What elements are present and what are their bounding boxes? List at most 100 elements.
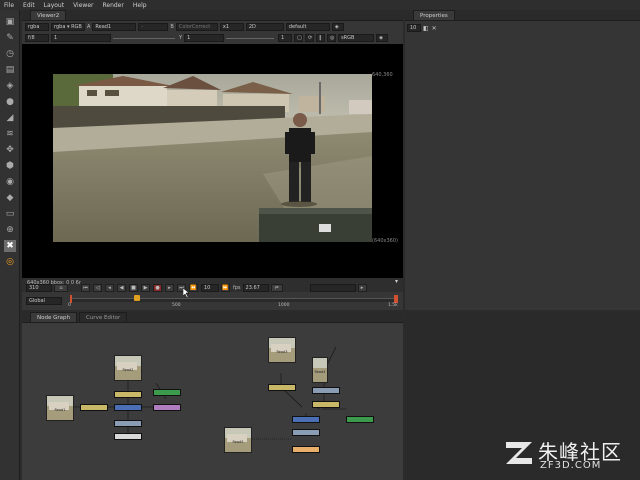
exposure-slider[interactable] (113, 37, 175, 39)
play-backward-icon[interactable]: ◀ (117, 284, 126, 292)
cube-icon[interactable]: ◈ (4, 80, 16, 92)
merge-node-c[interactable] (292, 416, 320, 423)
watermark-logo-icon (506, 442, 532, 464)
tab-viewer[interactable]: Viewer2 (30, 10, 67, 20)
zoom-select[interactable]: x1 (219, 23, 244, 31)
menu-viewer[interactable]: Viewer (73, 2, 93, 9)
fstop-field[interactable]: f/8 (25, 34, 49, 42)
move-icon[interactable]: ✥ (4, 144, 16, 156)
layers-icon[interactable]: ≋ (4, 128, 16, 140)
lut-select[interactable]: default (285, 23, 330, 31)
pause-icon[interactable]: ‖ (316, 34, 326, 42)
display-settings-icon[interactable]: ◈ (376, 34, 389, 42)
stop-icon[interactable]: ■ (129, 284, 138, 292)
menu-layout[interactable]: Layout (44, 2, 64, 9)
menu-render[interactable]: Render (102, 2, 123, 9)
channels-select[interactable]: rgba (25, 23, 49, 31)
tab-properties[interactable]: Properties (413, 10, 455, 20)
roi-icon[interactable]: ▢ (294, 34, 304, 42)
viewer-node-e[interactable] (292, 446, 320, 453)
logo-icon[interactable]: ◎ (4, 256, 16, 268)
range-mode-select[interactable]: Global (26, 297, 62, 305)
read-node-c[interactable]: Read3 (268, 337, 296, 363)
record-icon[interactable]: ● (153, 284, 162, 292)
timeline-out-marker[interactable] (394, 295, 398, 303)
play-forward-icon[interactable]: ▶ (141, 284, 150, 292)
frame-icon[interactable]: ▣ (4, 16, 16, 28)
max-panels-field[interactable]: 10 (407, 24, 421, 32)
blur-node-c[interactable] (346, 416, 374, 423)
pen-icon[interactable]: ✎ (4, 32, 16, 44)
blur-node-b[interactable] (153, 389, 181, 396)
colorcorrect-node-b[interactable] (114, 391, 142, 398)
frame-step-field[interactable]: 1 (278, 34, 293, 42)
transform-node-b[interactable] (114, 420, 142, 427)
rgb-select[interactable]: rgba ▾ RGB (51, 23, 85, 31)
fps-field[interactable]: 23.67 (242, 284, 269, 292)
clock-icon[interactable]: ◷ (4, 48, 16, 60)
read-node-e[interactable]: Read5 (224, 427, 252, 453)
srgb-select[interactable]: sRGB (338, 34, 375, 42)
tab-curve-editor[interactable]: Curve Editor (78, 312, 128, 322)
prev-key-icon[interactable]: ◁ (93, 284, 102, 292)
clip-icon[interactable]: ◎ (327, 34, 337, 42)
step-field[interactable]: 10 (201, 284, 219, 292)
read-node-d[interactable]: Read4 (312, 357, 328, 383)
timeline[interactable]: Global 0 500 1000 1.5k (22, 295, 403, 309)
viewer-settings-icon[interactable]: ◈ (331, 23, 344, 31)
menu-help[interactable]: Help (133, 2, 147, 9)
gradient-icon[interactable]: ◢ (4, 112, 16, 124)
next-frame-icon[interactable]: ▸ (165, 284, 174, 292)
viewer-image (53, 74, 372, 242)
tab-node-graph[interactable]: Node Graph (30, 312, 77, 322)
input-b-label: B (170, 24, 174, 30)
merge-node-b[interactable] (114, 404, 142, 411)
frame-field[interactable]: 1 (51, 34, 111, 42)
grade-node-c[interactable] (268, 384, 296, 391)
node-graph-canvas[interactable]: Read1 Read2 Read3 Read4 Read5 (22, 323, 403, 480)
sphere-icon[interactable]: ● (4, 96, 16, 108)
gamma-slider[interactable] (226, 37, 275, 39)
read-node-b[interactable]: Read2 (114, 355, 142, 381)
eye-icon[interactable]: ◉ (4, 176, 16, 188)
transport-menu-icon[interactable]: ▸ (357, 284, 367, 292)
playhead-marker[interactable] (134, 295, 140, 301)
read-node-a[interactable]: Read1 (46, 395, 74, 421)
gamma-field[interactable]: 1 (184, 34, 225, 42)
colorcorrect-node-d[interactable] (312, 401, 340, 408)
timeline-track[interactable] (70, 298, 398, 302)
download-icon[interactable]: ⊕ (4, 224, 16, 236)
clear-panels-icon[interactable]: ✕ (432, 25, 437, 32)
lock-icon[interactable]: ◧ (423, 25, 429, 32)
viewer-viewport[interactable]: 640,360 (640x360) (22, 44, 403, 278)
home-icon[interactable]: ⌂ (54, 284, 68, 292)
input-b-select[interactable]: ColorCorrect (175, 23, 218, 31)
range-field[interactable] (309, 284, 356, 292)
shuffle-node-b[interactable] (153, 404, 181, 411)
refresh-icon[interactable]: ⟳ (305, 34, 315, 42)
tools-icon[interactable]: ✖ (4, 240, 16, 252)
input-a-select[interactable]: Read1 (92, 23, 137, 31)
window-icon[interactable]: ▭ (4, 208, 16, 220)
node-connections (61, 346, 346, 440)
first-frame-icon[interactable]: ⏮ (81, 284, 90, 292)
grade-node-a[interactable] (80, 404, 108, 411)
loop-icon[interactable]: ⇌ (270, 284, 283, 292)
viewer-controls-row1: rgba rgba ▾ RGB A Read1 - B ColorCorrect… (22, 22, 403, 32)
viewer-node-b[interactable] (114, 433, 142, 440)
graph-tabbar: Node Graph Curve Editor (22, 312, 403, 323)
tick-500: 500 (172, 303, 181, 308)
prev-frame-icon[interactable]: ◂ (105, 284, 114, 292)
timeline-in-marker[interactable] (70, 295, 72, 303)
menu-file[interactable]: File (4, 2, 14, 9)
menu-edit[interactable]: Edit (23, 2, 35, 9)
proxy-select[interactable]: 2D (245, 23, 284, 31)
composite-select[interactable]: - (138, 23, 169, 31)
transform-node-d[interactable] (312, 387, 340, 394)
current-frame-field[interactable]: 310 (26, 284, 52, 292)
shape-icon[interactable]: ⬢ (4, 160, 16, 172)
reformat-node-c[interactable] (292, 429, 320, 436)
skip-forward-icon[interactable]: ⏩ (221, 284, 230, 292)
tag-icon[interactable]: ◆ (4, 192, 16, 204)
grid-icon[interactable]: ▤ (4, 64, 16, 76)
